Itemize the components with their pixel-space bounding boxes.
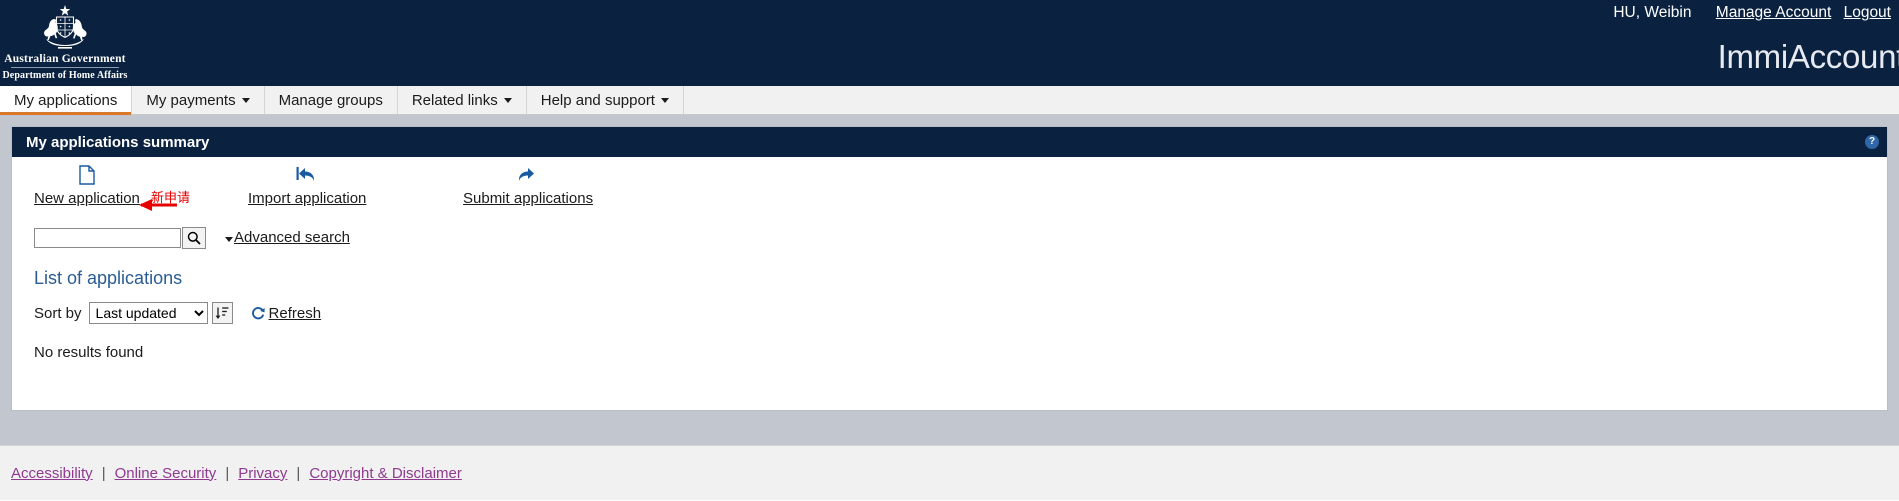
nav-tab-label: Manage groups xyxy=(278,91,383,109)
manage-account-link[interactable]: Manage Account xyxy=(1716,4,1831,21)
australian-coat-of-arms-icon xyxy=(44,5,87,49)
nav-tab-label: My payments xyxy=(146,91,236,109)
sort-by-select[interactable]: Last updated xyxy=(88,302,208,324)
chevron-down-icon xyxy=(241,97,250,103)
empty-state-message: No results found xyxy=(34,344,144,361)
government-branding: Australian Government Department of Home… xyxy=(0,4,130,81)
nav-tab-label: My applications xyxy=(14,91,118,109)
nav-tab-label: Related links xyxy=(411,91,498,109)
branding-divider xyxy=(11,67,119,68)
footer-separator: | xyxy=(225,464,230,482)
advanced-search-toggle[interactable]: Advanced search xyxy=(225,229,350,246)
applications-summary-panel: My applications summary ? New applicatio… xyxy=(11,126,1888,411)
submit-applications-action[interactable]: Submit applications xyxy=(463,165,593,208)
sort-by-label: Sort by xyxy=(34,304,82,322)
site-header: Australian Government Department of Home… xyxy=(0,0,1899,86)
panel-header: My applications summary ? xyxy=(12,127,1887,157)
nav-tab-help-and-support[interactable]: Help and support xyxy=(526,86,684,114)
import-arrow-icon xyxy=(248,165,366,187)
nav-tab-my-payments[interactable]: My payments xyxy=(132,86,265,114)
chevron-down-icon xyxy=(503,97,512,103)
import-application-action[interactable]: Import application xyxy=(248,165,366,208)
footer-link-privacy[interactable]: Privacy xyxy=(238,465,287,482)
import-application-label: Import application xyxy=(248,190,367,207)
main-navigation: My applications My payments Manage group… xyxy=(0,86,1899,115)
refresh-label: Refresh xyxy=(268,304,322,322)
chevron-down-icon xyxy=(660,97,669,103)
sort-direction-button[interactable] xyxy=(211,302,233,324)
nav-tab-my-applications[interactable]: My applications xyxy=(0,86,133,115)
submit-applications-label: Submit applications xyxy=(463,190,594,207)
red-arrow-icon xyxy=(139,199,177,211)
sort-descending-icon xyxy=(215,307,229,319)
page-title: My applications summary xyxy=(26,133,210,151)
department-name: Department of Home Affairs xyxy=(2,70,128,81)
footer-separator: | xyxy=(101,464,106,482)
search-button[interactable] xyxy=(182,226,206,249)
search-icon xyxy=(187,231,201,245)
chevron-down-icon xyxy=(225,236,233,242)
footer-link-accessibility[interactable]: Accessibility xyxy=(11,465,93,482)
nav-tab-label: Help and support xyxy=(540,91,655,109)
account-bar: HU, Weibin Manage Account Logout xyxy=(1613,4,1891,22)
immiaccount-wordmark: ImmiAccount xyxy=(1717,38,1899,75)
list-of-applications-heading: List of applications xyxy=(34,268,183,288)
refresh-button[interactable]: Refresh xyxy=(251,304,322,322)
user-name: HU, Weibin xyxy=(1613,4,1692,21)
page-body: My applications summary ? New applicatio… xyxy=(0,115,1899,445)
search-row: Advanced search xyxy=(12,221,1887,254)
nav-tab-manage-groups[interactable]: Manage groups xyxy=(264,86,398,114)
help-question-mark-icon[interactable]: ? xyxy=(1865,135,1879,149)
sort-controls: Sort by Last updated Refresh xyxy=(12,289,1887,324)
advanced-search-label: Advanced search xyxy=(234,229,350,246)
search-input[interactable] xyxy=(34,227,181,248)
nav-tab-related-links[interactable]: Related links xyxy=(397,86,527,114)
annotation-text: 新申请 xyxy=(151,191,191,206)
new-document-icon xyxy=(34,165,139,187)
footer-link-copyright-disclaimer[interactable]: Copyright & Disclaimer xyxy=(309,465,462,482)
new-application-action[interactable]: New application xyxy=(34,165,140,208)
panel-content: New application Import application Submi… xyxy=(12,157,1887,361)
site-footer: Accessibility | Online Security | Privac… xyxy=(0,445,1899,500)
new-application-label: New application xyxy=(34,190,140,207)
submit-arrow-icon xyxy=(463,165,589,187)
government-name: Australian Government xyxy=(4,53,126,65)
refresh-icon xyxy=(251,307,265,320)
footer-link-online-security[interactable]: Online Security xyxy=(115,465,217,482)
logout-link[interactable]: Logout xyxy=(1844,4,1891,21)
footer-separator: | xyxy=(296,464,301,482)
quick-actions: New application Import application Submi… xyxy=(12,165,1887,221)
